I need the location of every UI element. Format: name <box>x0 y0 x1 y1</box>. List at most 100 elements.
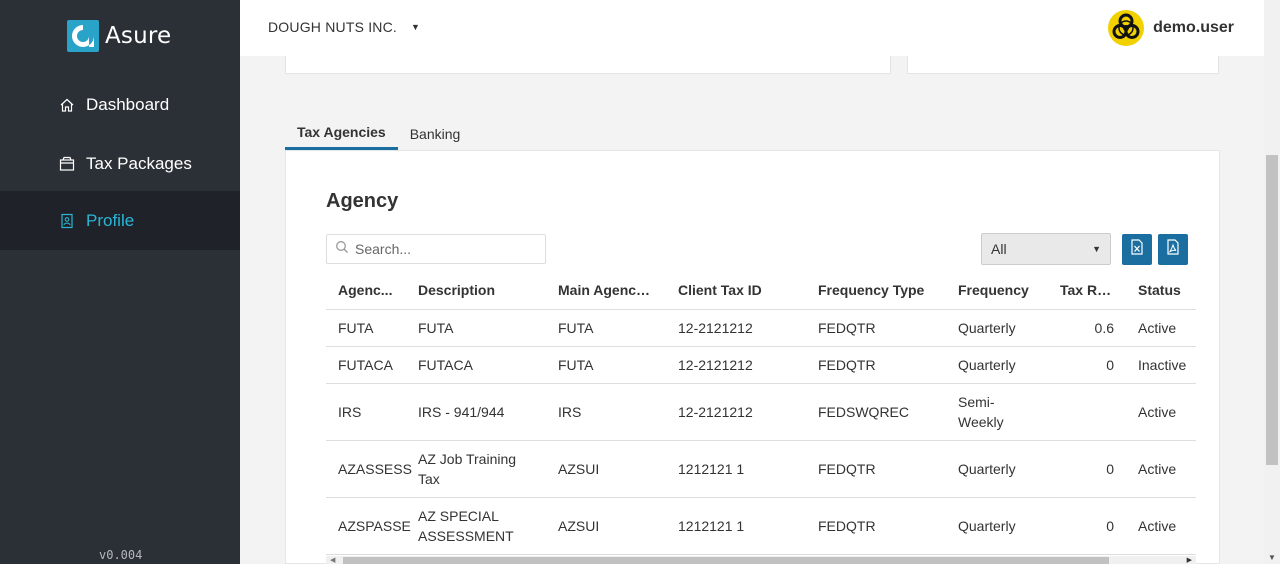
cell-main-agency: AZSUI <box>546 440 666 498</box>
table-row[interactable]: FUTA FUTA FUTA 12-2121212 FEDQTR Quarter… <box>326 309 1196 347</box>
agency-table: Agenc... Description Main Agency ... Cli… <box>326 272 1196 555</box>
sidebar-item-label: Dashboard <box>86 94 170 114</box>
cell-agency: FUTA <box>326 309 406 347</box>
excel-icon <box>1130 239 1144 260</box>
cell-main-agency: IRS <box>546 383 666 441</box>
pdf-icon <box>1166 239 1180 260</box>
company-name: DOUGH NUTS INC. <box>268 19 397 35</box>
summary-card <box>907 56 1219 74</box>
home-icon <box>59 97 75 113</box>
cell-description: FUTA <box>406 309 546 347</box>
cell-main-agency: FUTA <box>546 346 666 384</box>
summary-card <box>285 56 891 74</box>
cell-description: IRS - 941/944 <box>406 383 546 441</box>
cell-agency: AZASSESS <box>326 440 412 498</box>
search-box[interactable] <box>326 234 546 264</box>
cell-status: Active <box>1126 497 1196 555</box>
search-input[interactable] <box>355 241 535 257</box>
table-row[interactable]: FUTACA FUTACA FUTA 12-2121212 FEDQTR Qua… <box>326 346 1196 384</box>
export-excel-button[interactable] <box>1122 234 1152 265</box>
column-header[interactable]: Frequency <box>946 272 1048 310</box>
column-header[interactable]: Client Tax ID <box>666 272 806 310</box>
table-row[interactable]: AZSPASSE AZ SPECIAL ASSESSMENT AZSUI 121… <box>326 497 1196 555</box>
version-label: v0.004 <box>99 548 143 562</box>
asure-logo-icon <box>67 20 99 52</box>
status-filter-select[interactable]: All ▼ <box>981 233 1111 265</box>
cell-main-agency: AZSUI <box>546 497 666 555</box>
cell-tax-rate: 0 <box>1048 497 1126 555</box>
cell-frequency-type: FEDQTR <box>806 346 946 384</box>
scroll-right-icon[interactable]: ▶ <box>1187 556 1192 564</box>
panel-title: Agency <box>326 190 399 212</box>
agency-panel: Agency All ▼ Agenc... Description Main A… <box>285 150 1220 564</box>
cell-description: AZ Job Training Tax <box>406 440 546 498</box>
sidebar-item-profile[interactable]: Profile <box>0 191 240 250</box>
caret-down-icon: ▼ <box>411 22 421 32</box>
cell-tax-rate <box>1048 383 1126 441</box>
cell-tax-rate: 0.6 <box>1048 309 1126 347</box>
cell-main-agency: FUTA <box>546 309 666 347</box>
sidebar-item-label: Tax Packages <box>86 153 192 173</box>
cell-frequency: Quarterly <box>946 497 1048 555</box>
tab-banking[interactable]: Banking <box>398 114 473 150</box>
sidebar-item-label: Profile <box>86 210 135 230</box>
column-header[interactable]: Description <box>406 272 546 310</box>
table-row[interactable]: IRS IRS - 941/944 IRS 12-2121212 FEDSWQR… <box>326 383 1196 441</box>
column-header[interactable]: Main Agency ... <box>546 272 666 310</box>
cell-client-tax-id: 12-2121212 <box>666 383 806 441</box>
export-pdf-button[interactable] <box>1158 234 1188 265</box>
cell-status: Inactive <box>1126 346 1196 384</box>
scroll-down-icon[interactable]: ▼ <box>1268 553 1276 562</box>
profile-tabs: Tax Agencies Banking <box>285 114 472 150</box>
sidebar-item-dashboard[interactable]: Dashboard <box>0 75 240 134</box>
cell-status: Active <box>1126 383 1196 441</box>
username: demo.user <box>1153 19 1234 36</box>
cell-client-tax-id: 12-2121212 <box>666 309 806 347</box>
package-icon <box>59 156 75 172</box>
tab-tax-agencies[interactable]: Tax Agencies <box>285 114 398 150</box>
column-header[interactable]: Tax Rate <box>1048 272 1126 310</box>
cell-status: Active <box>1126 309 1196 347</box>
cell-description: AZ SPECIAL ASSESSMENT <box>406 497 546 555</box>
user-menu[interactable]: demo.user <box>1108 10 1234 46</box>
biohazard-icon <box>1108 10 1145 46</box>
cell-agency: AZSPASSE <box>326 497 411 555</box>
cell-frequency: Semi-Weekly <box>946 383 1048 441</box>
cell-client-tax-id: 1212121 1 <box>666 440 806 498</box>
table-row[interactable]: AZASSESS AZ Job Training Tax AZSUI 12121… <box>326 440 1196 498</box>
cell-agency: FUTACA <box>326 346 406 384</box>
table-header-row: Agenc... Description Main Agency ... Cli… <box>326 272 1196 310</box>
scroll-left-icon[interactable]: ◀ <box>330 556 335 564</box>
brand-logo[interactable]: Asure <box>67 20 171 52</box>
cell-tax-rate: 0 <box>1048 346 1126 384</box>
cell-client-tax-id: 12-2121212 <box>666 346 806 384</box>
cell-frequency-type: FEDQTR <box>806 497 946 555</box>
column-header[interactable]: Agenc... <box>326 272 406 310</box>
cell-client-tax-id: 1212121 1 <box>666 497 806 555</box>
search-icon <box>335 240 349 259</box>
profile-icon <box>59 213 75 229</box>
table-horizontal-scrollbar[interactable]: ◀ ▶ <box>326 556 1196 564</box>
cell-frequency-type: FEDQTR <box>806 440 946 498</box>
column-header[interactable]: Frequency Type <box>806 272 946 310</box>
scrollbar-thumb[interactable] <box>1266 155 1278 465</box>
cell-frequency-type: FEDSWQREC <box>806 383 946 441</box>
cell-frequency-type: FEDQTR <box>806 309 946 347</box>
brand-name: Asure <box>105 23 172 49</box>
cell-tax-rate: 0 <box>1048 440 1126 498</box>
page-vertical-scrollbar[interactable]: ▼ <box>1264 0 1280 564</box>
cell-frequency: Quarterly <box>946 440 1048 498</box>
sidebar-item-tax-packages[interactable]: Tax Packages <box>0 134 240 193</box>
cell-agency: IRS <box>326 383 406 441</box>
top-header: DOUGH NUTS INC. ▼ demo.user <box>240 0 1280 56</box>
cell-status: Active <box>1126 440 1196 498</box>
company-selector[interactable]: DOUGH NUTS INC. ▼ <box>268 19 420 35</box>
sidebar: Asure Dashboard Tax Packages Profile v0.… <box>0 0 240 564</box>
scrollbar-thumb[interactable] <box>343 557 1109 564</box>
cell-frequency: Quarterly <box>946 309 1048 347</box>
cell-description: FUTACA <box>406 346 546 384</box>
filter-value: All <box>991 241 1007 257</box>
column-header[interactable]: Status <box>1126 272 1196 310</box>
chevron-down-icon: ▼ <box>1092 244 1101 254</box>
cell-frequency: Quarterly <box>946 346 1048 384</box>
